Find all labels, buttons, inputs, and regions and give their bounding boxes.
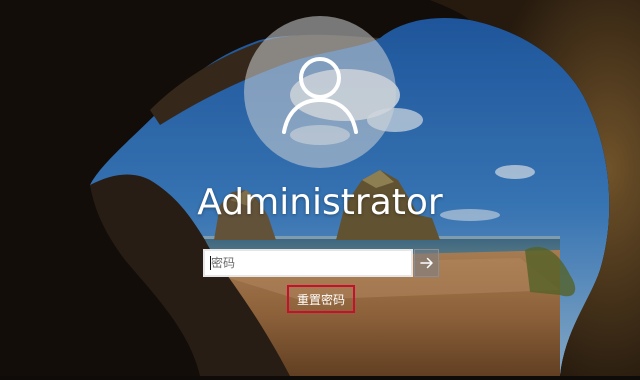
password-row [203,249,439,277]
submit-button[interactable] [414,249,439,277]
username-label: Administrator [197,182,443,223]
user-avatar [244,16,396,168]
text-cursor [210,256,211,270]
arrow-right-icon [419,257,433,269]
reset-password-label: 重置密码 [296,292,345,307]
reset-password-link[interactable]: 重置密码 [287,285,355,313]
login-panel: Administrator 重置密码 [0,0,640,376]
password-input[interactable] [203,249,413,277]
user-silhouette-icon [282,57,358,134]
